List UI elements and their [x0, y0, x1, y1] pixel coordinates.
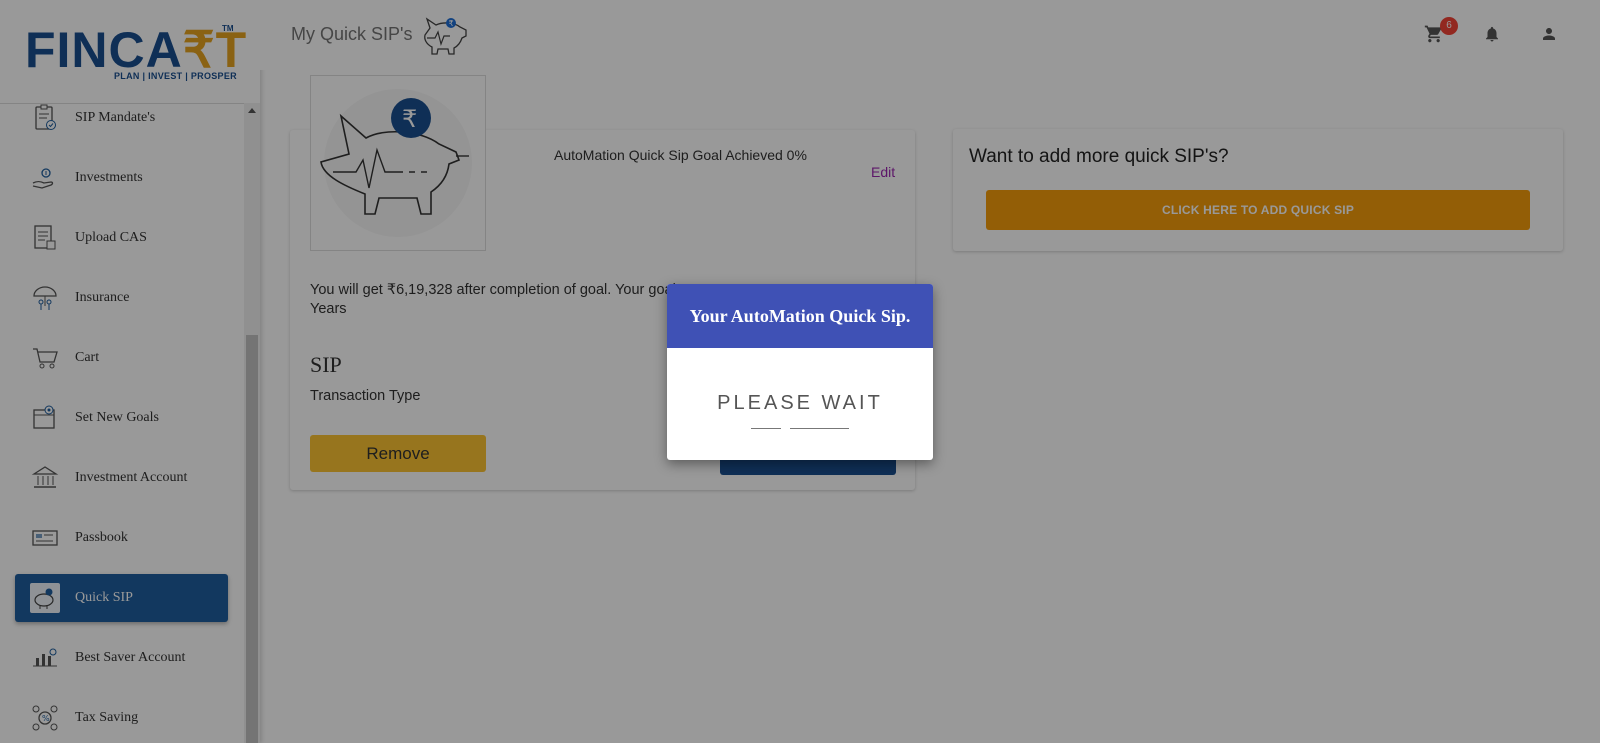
dialog-title: Your AutoMation Quick Sip.: [689, 305, 911, 326]
loading-bar-segment: [751, 428, 781, 429]
please-wait-text: PLEASE WAIT: [717, 392, 883, 414]
loading-bar-segment: [790, 428, 849, 429]
dialog-header: Your AutoMation Quick Sip.: [667, 284, 933, 348]
please-wait-dialog: Your AutoMation Quick Sip. PLEASE WAIT: [667, 284, 933, 460]
